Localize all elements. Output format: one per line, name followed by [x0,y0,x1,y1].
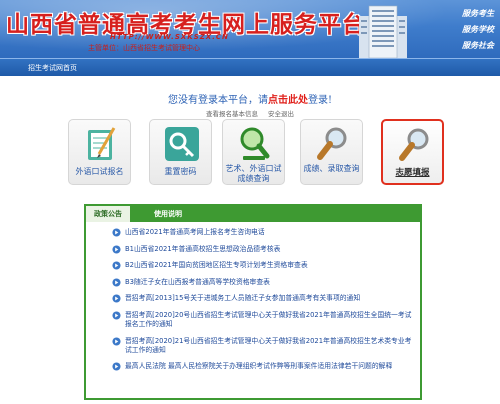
notice-item-text: B1山西省2021年普通高校招生思想政治品德考核表 [125,244,281,253]
arrow-right-icon [112,278,121,287]
tile-oral-exam-registration-label: 外语口试报名 [75,167,124,176]
magnifier-icon [240,127,270,160]
notice-item-text: 最高人民法院 最高人民检察院关于办理组织考试作弊等刑事案件适用法律若干问题的解释 [125,362,393,371]
nav-home-link[interactable]: 招生考试网首页 [28,63,77,73]
notice-item-text: B3随迁子女在山西报考普通高等学校资格审查表 [125,277,270,286]
header-link-society[interactable]: 服务社会 [420,40,498,51]
arrow-right-icon [112,294,121,303]
key-icon [165,127,199,161]
notice-item-text: 晋招考高[2020]20号山西省招生考试管理中心关于做好我省2021年普通高校招… [125,310,412,328]
arrow-right-icon [112,337,121,346]
panel-tabs: 政策公告 使用说明 [86,206,420,222]
tile-score-admission-query-label: 成绩、录取查询 [303,164,360,173]
magnifier-icon [317,127,347,160]
view-registration-link[interactable]: 查看报名基本信息 [206,110,258,118]
login-notice: 您没有登录本平台，请点击此处登录! [0,91,500,106]
tile-art-oral-score-query-label: 艺术、外语口试成绩查询 [225,164,282,183]
notice-list: 山西省2021年普通高考网上报名考生咨询电话 B1山西省2021年普通高校招生思想… [112,228,412,379]
arrow-right-icon [112,245,121,254]
login-click-link[interactable]: 点击此处 [268,95,308,106]
arrow-right-icon [112,362,121,371]
notice-item[interactable]: 晋招考高[2020]21号山西省招生考试管理中心关于做好我省2021年普通高校招… [112,337,412,355]
header-links: 服务考生 服务学校 服务社会 [420,8,498,56]
tab-policy-notices[interactable]: 政策公告 [86,206,131,222]
tile-oral-exam-registration[interactable]: 外语口试报名 [68,119,131,185]
tile-reset-password-label: 重置密码 [164,167,197,176]
notice-item-text: 山西省2021年普通高考网上报名考生咨询电话 [125,228,265,236]
notice-item-text: 晋招考高[2020]21号山西省招生考试管理中心关于做好我省2021年普通高校招… [125,336,412,354]
login-text-before: 您没有登录本平台，请 [167,95,268,106]
notice-item[interactable]: 晋招考高[2020]20号山西省招生考试管理中心关于做好我省2021年普通高校招… [112,311,412,329]
notice-item[interactable]: B3随迁子女在山西报考普通高等学校资格审查表 [112,278,412,287]
tile-score-admission-query[interactable]: 成绩、录取查询 [300,119,363,185]
header-link-students[interactable]: 服务考生 [420,8,498,19]
notice-item[interactable]: B1山西省2021年普通高校招生思想政治品德考核表 [112,245,412,254]
site-url: HTTP://WWW.SXKSZX.CN [110,33,229,41]
notice-panel: 政策公告 使用说明 山西省2021年普通高考网上报名考生咨询电话 B1山西省202… [84,204,422,400]
magnifier-icon [399,128,429,161]
logout-link[interactable]: 安全退出 [268,110,294,118]
notebook-pencil-icon [88,127,116,160]
tile-art-oral-score-query[interactable]: 艺术、外语口试成绩查询 [222,119,285,185]
notice-item[interactable]: B2山西省2021年国向贫困地区招生专项计划考生资格审查表 [112,261,412,270]
site-host-unit: 主管单位：山西省招生考试管理中心 [88,44,200,52]
notice-item[interactable]: 晋招考高[2013]15号关于进城务工人员随迁子女参加普通高考有关事项的通知 [112,294,412,303]
notice-item-text: B2山西省2021年国向贫困地区招生专项计划考生资格审查表 [125,261,308,270]
arrow-right-icon [112,311,121,320]
login-text-after: 登录! [307,95,333,106]
arrow-right-icon [112,261,121,270]
notice-item[interactable]: 最高人民法院 最高人民检察院关于办理组织考试作弊等刑事案件适用法律若干问题的解释 [112,362,412,371]
nav-bar: 招生考试网首页 [0,58,500,76]
account-links: 查看报名基本信息 安全退出 [0,108,500,118]
tile-volunteer-filling-label: 志愿填报 [395,168,430,178]
building-icon [359,5,407,58]
notice-item[interactable]: 山西省2021年普通高考网上报名考生咨询电话 [112,228,412,237]
arrow-right-icon [112,228,121,237]
tile-volunteer-filling[interactable]: 志愿填报 [381,119,444,185]
site-header: 山西省普通高考考生网上服务平台 HTTP://WWW.SXKSZX.CN 主管单… [0,0,500,58]
tile-reset-password[interactable]: 重置密码 [149,119,212,185]
notice-item-text: 晋招考高[2013]15号关于进城务工人员随迁子女参加普通高考有关事项的通知 [125,294,361,303]
tab-user-guide[interactable]: 使用说明 [146,206,190,222]
header-link-schools[interactable]: 服务学校 [420,24,498,35]
